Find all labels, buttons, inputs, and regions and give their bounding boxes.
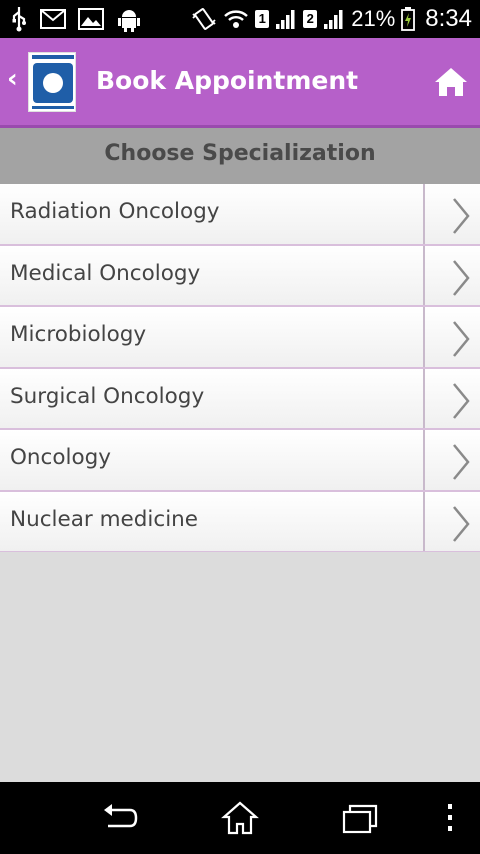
notification-icons <box>10 6 142 32</box>
chevron-right-icon <box>453 259 470 296</box>
list-item[interactable]: Nuclear medicine <box>0 491 480 553</box>
list-item[interactable]: Medical Oncology <box>0 245 480 307</box>
clock: 8:34 <box>425 5 472 32</box>
specialization-list: Radiation Oncology Medical Oncology Micr… <box>0 184 480 553</box>
list-item-label: Surgical Oncology <box>10 383 205 409</box>
list-item-label: Radiation Oncology <box>10 199 220 224</box>
list-item-label: Microbiology <box>10 322 147 347</box>
divider <box>423 245 425 305</box>
recent-apps-icon[interactable] <box>340 800 380 836</box>
android-icon <box>118 10 140 32</box>
system-indicators: 1 2 21% 8:34 <box>191 5 472 33</box>
hospital-logo[interactable] <box>28 52 76 112</box>
list-item-label: Oncology <box>10 445 112 470</box>
signal-icon <box>276 10 295 29</box>
battery-charging-icon <box>401 7 416 31</box>
signal-icon <box>324 10 343 29</box>
list-item[interactable]: Surgical Oncology <box>0 368 480 430</box>
chevron-right-icon <box>453 444 470 480</box>
list-item[interactable]: Oncology <box>0 430 480 492</box>
section-header: Choose Specialization <box>0 128 480 184</box>
sim1-badge: 1 <box>255 10 270 28</box>
home-icon[interactable] <box>220 800 260 836</box>
divider <box>423 368 425 428</box>
menu-icon[interactable] <box>430 800 470 836</box>
divider <box>423 307 425 367</box>
chevron-left-icon[interactable]: ‹ <box>7 64 18 94</box>
empty-content-area <box>0 552 480 782</box>
list-item[interactable]: Radiation Oncology <box>0 184 480 246</box>
chevron-right-icon <box>453 198 470 234</box>
divider <box>423 184 425 244</box>
list-item-label: Medical Oncology <box>10 260 201 286</box>
divider <box>423 430 425 490</box>
chevron-right-icon <box>453 382 470 419</box>
usb-icon <box>12 7 26 32</box>
list-item[interactable]: Microbiology <box>0 307 480 369</box>
navigation-bar <box>0 782 480 854</box>
vibrate-icon <box>192 8 216 30</box>
status-bar: 1 2 21% 8:34 <box>0 0 480 38</box>
chevron-right-icon <box>453 505 470 542</box>
gmail-icon <box>40 9 66 29</box>
chevron-right-icon <box>453 321 470 357</box>
app-bar: ‹ Book Appointment <box>0 38 480 128</box>
divider <box>423 491 425 551</box>
page-title: Book Appointment <box>96 66 359 95</box>
gallery-icon <box>78 8 104 30</box>
battery-percent: 21% <box>351 6 396 31</box>
home-icon[interactable] <box>434 66 468 98</box>
wifi-icon <box>224 10 249 28</box>
list-item-label: Nuclear medicine <box>10 506 199 532</box>
sim2-badge: 2 <box>303 10 318 28</box>
back-icon[interactable] <box>100 800 140 836</box>
